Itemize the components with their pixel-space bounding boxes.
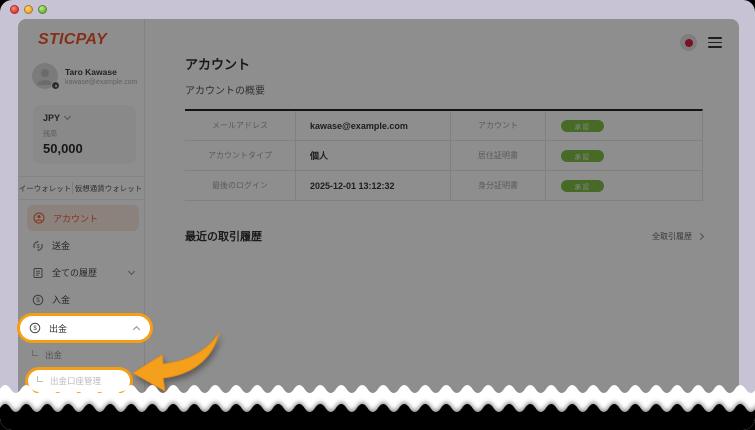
minimize-window-button[interactable]	[24, 5, 33, 14]
sidebar-item-label: 出金	[49, 323, 68, 334]
torn-edge-graphic	[0, 385, 755, 430]
withdraw-icon: $	[29, 322, 41, 334]
screenshot-frame: STICPAY Taro Kawase kawase@example.com J…	[0, 0, 755, 430]
close-window-button[interactable]	[10, 5, 19, 14]
window-titlebar	[0, 0, 755, 19]
zoom-window-button[interactable]	[38, 5, 47, 14]
svg-text:$: $	[33, 326, 37, 332]
